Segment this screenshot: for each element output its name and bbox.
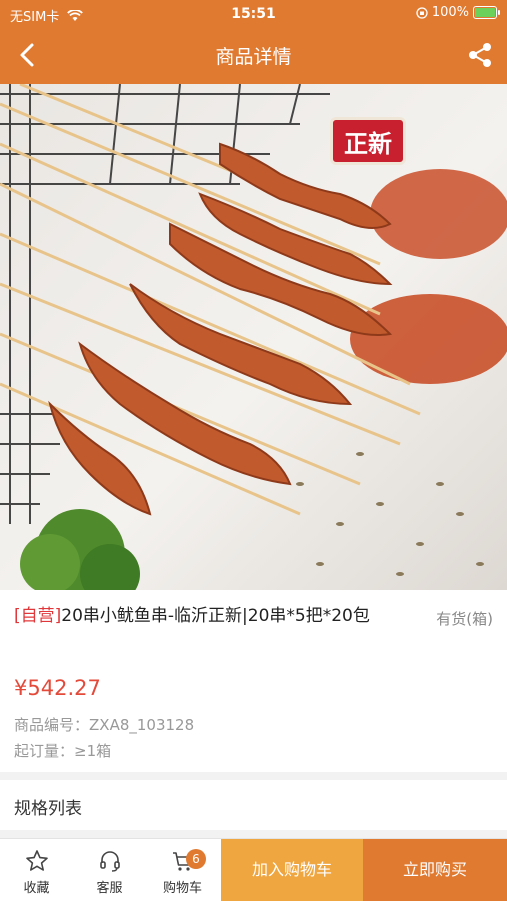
cart-label: 购物车 — [162, 881, 202, 896]
stock-status: 有货(箱) — [436, 610, 493, 628]
share-icon[interactable] — [465, 40, 495, 70]
buy-now-button[interactable]: 立即购买 — [363, 839, 507, 901]
cart-button[interactable]: 6 购物车 — [146, 839, 219, 901]
customer-service-button[interactable]: 客服 — [73, 839, 146, 901]
favorite-label: 收藏 — [23, 881, 50, 896]
star-icon — [26, 850, 48, 871]
battery-area: 100% — [416, 5, 500, 20]
product-code: 商品编号：ZXA8_103128 — [14, 714, 194, 735]
orientation-lock-icon — [416, 6, 428, 19]
customer-service-label: 客服 — [96, 881, 123, 896]
product-info: [自营]20串小鱿鱼串-临沂正新|20串*5把*20包 有货(箱) ¥542.2… — [0, 590, 507, 772]
cart-count-badge: 6 — [186, 849, 206, 869]
bottom-action-bar: 收藏 客服 6 购物车 加入购物车 立即购买 — [0, 838, 507, 901]
spec-section[interactable]: 规格列表 — [0, 780, 507, 830]
product-photo-illustration — [0, 84, 507, 590]
headset-icon — [100, 851, 120, 872]
battery-percent: 100% — [431, 5, 469, 20]
favorite-button[interactable]: 收藏 — [0, 839, 73, 901]
nav-bar: 商品详情 — [0, 28, 507, 84]
product-image[interactable]: 正新 — [0, 84, 507, 590]
product-code-value: ZXA8_103128 — [89, 716, 195, 734]
min-order: 起订量：≥1箱 — [14, 740, 111, 761]
product-title: [自营]20串小鱿鱼串-临沂正新|20串*5把*20包 — [14, 604, 414, 629]
self-operated-tag: [自营] — [14, 606, 62, 626]
brand-logo: 正新 — [330, 117, 406, 165]
battery-icon — [473, 6, 500, 19]
status-bar: 无SIM卡 15:51 100% — [0, 0, 507, 28]
add-to-cart-button[interactable]: 加入购物车 — [221, 839, 363, 901]
product-price: ¥542.27 — [14, 676, 101, 700]
product-code-label: 商品编号： — [14, 716, 90, 734]
product-name: 20串小鱿鱼串-临沂正新|20串*5把*20包 — [61, 606, 370, 626]
spec-title: 规格列表 — [14, 799, 82, 819]
page-title: 商品详情 — [215, 46, 292, 68]
min-order-value: ≥1箱 — [74, 742, 112, 760]
min-order-label: 起订量： — [14, 742, 75, 760]
